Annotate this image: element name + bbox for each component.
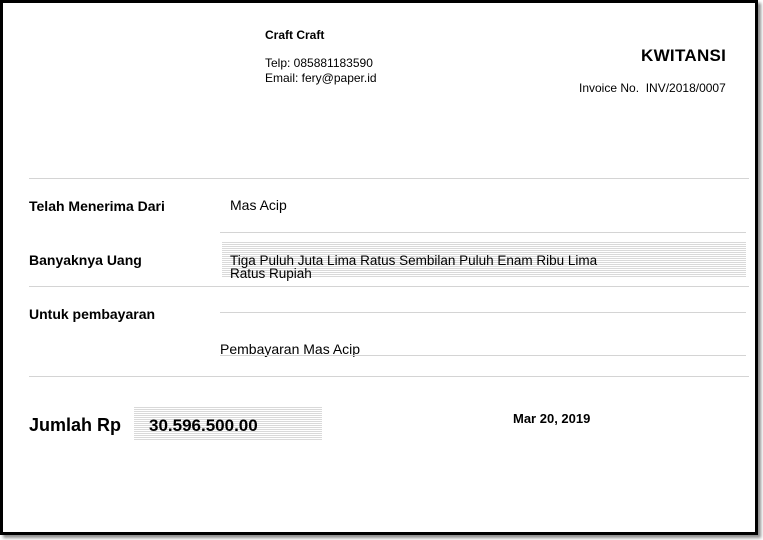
invoice-label: Invoice No.	[579, 81, 640, 95]
payment-for-underline-1	[220, 312, 746, 313]
receipt-frame: Craft Craft Telp: 085881183590 Email: fe…	[0, 0, 758, 535]
payment-for-label: Untuk pembayaran	[29, 306, 156, 322]
total-amount: 30.596.500.00	[149, 416, 258, 435]
company-phone: Telp: 085881183590	[265, 56, 373, 70]
received-from-label: Telah Menerima Dari	[29, 198, 165, 214]
total-label: Jumlah Rp	[29, 415, 122, 435]
payment-for-underline-2	[220, 355, 746, 356]
amount-words-label: Banyaknya Uang	[29, 252, 142, 268]
received-from-value: Mas Acip	[230, 197, 287, 213]
company-email: Email: fery@paper.id	[265, 71, 377, 85]
company-name: Craft Craft	[265, 28, 325, 42]
invoice-number: INV/2018/0007	[645, 81, 726, 95]
received-from-underline	[220, 232, 746, 233]
amount-words-box: Tiga Puluh Juta Lima Ratus Sembilan Pulu…	[222, 241, 746, 281]
receipt-date: Mar 20, 2019	[513, 411, 591, 426]
document-title: KWITANSI	[641, 46, 727, 65]
divider-bottom	[29, 376, 749, 377]
divider-top	[29, 178, 749, 179]
divider-middle	[29, 286, 749, 287]
invoice-number-line: Invoice No. INV/2018/0007	[579, 81, 726, 95]
amount-words-line-2: Ratus Rupiah	[230, 266, 312, 281]
